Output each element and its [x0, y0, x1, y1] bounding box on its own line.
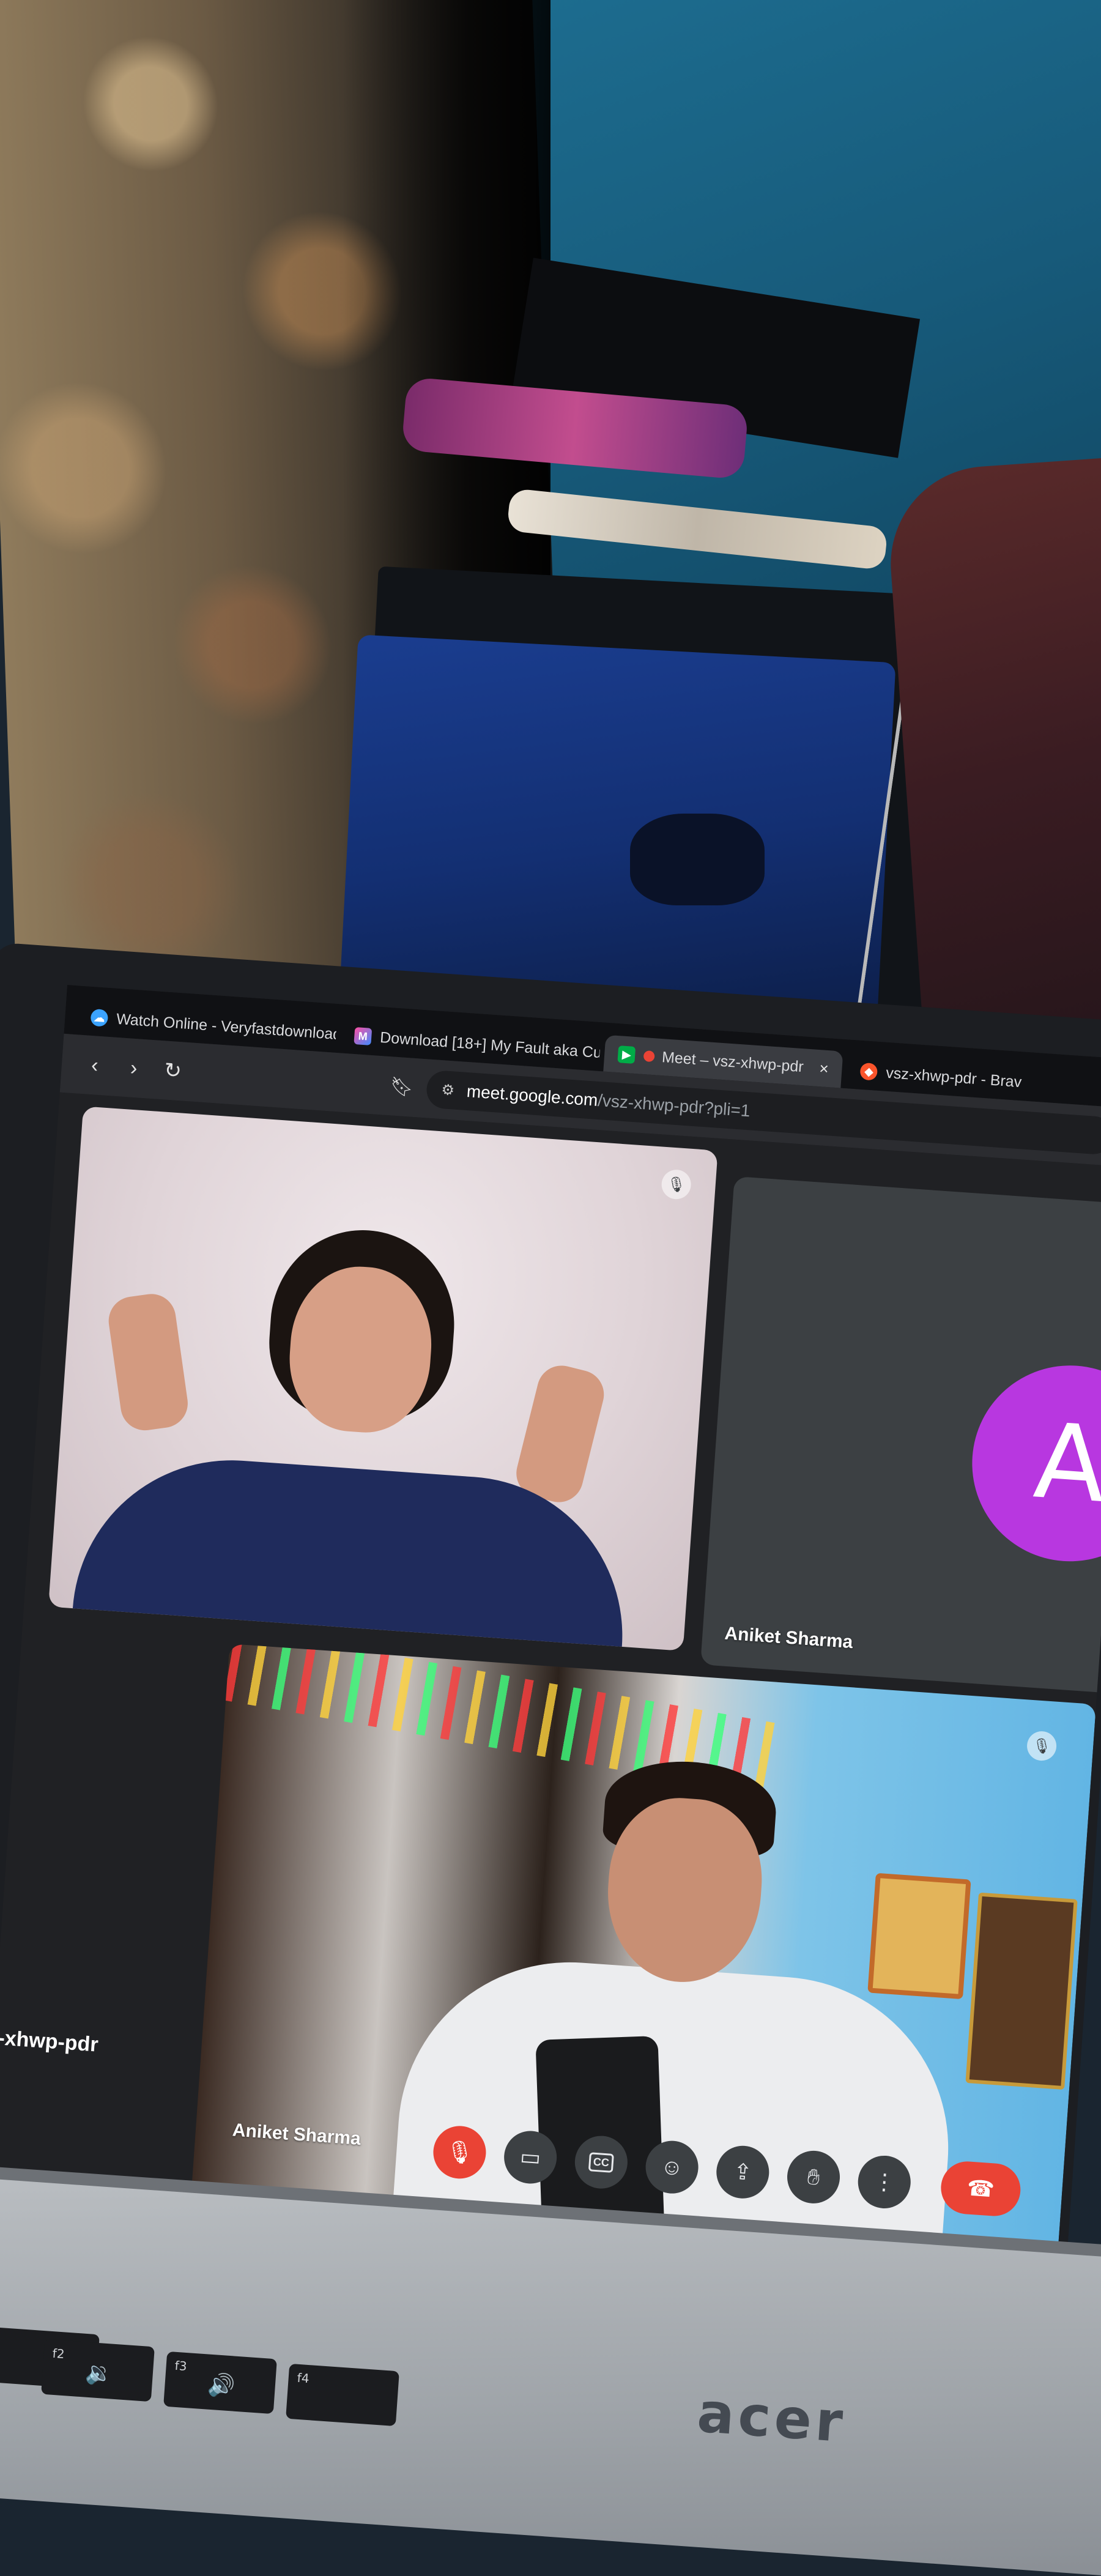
reload-icon: ↻	[163, 1058, 183, 1083]
peace-sign-hand-left	[105, 1291, 191, 1434]
key-label: f4	[296, 2370, 310, 2386]
close-tab-icon[interactable]: ×	[818, 1059, 829, 1078]
meet-stage: 🎙︎ A Aniket Sharma 🎙︎ Aniket Sharma z-xh…	[0, 1092, 1101, 2244]
hand-icon: ✋︎	[806, 2163, 821, 2190]
reactions-button[interactable]: ☺	[643, 2139, 700, 2196]
reload-button[interactable]: ↻	[155, 1052, 191, 1089]
mic-off-icon: 🎙︎	[445, 2138, 475, 2166]
bookmark-icon: 🔖︎	[389, 1075, 414, 1098]
microphone-muted-button[interactable]: 🎙︎	[431, 2124, 488, 2181]
mic-off-icon: 🎙︎	[661, 1168, 692, 1200]
cloud-icon: ☁	[90, 1008, 109, 1027]
present-screen-icon: ⇪	[732, 2158, 753, 2185]
tab-label: Watch Online - Veryfastdownload	[116, 1010, 338, 1043]
tab-label: Meet – vsz-xhwp-pdr	[661, 1048, 804, 1075]
function-key-f4[interactable]: f4	[286, 2363, 399, 2427]
peace-sign-hand-right	[511, 1360, 609, 1508]
chevron-left-icon: ‹	[90, 1053, 99, 1077]
phone-hangup-icon: ☎︎	[966, 2175, 996, 2202]
acer-logo: acer	[695, 2380, 848, 2455]
chevron-right-icon: ›	[129, 1056, 138, 1080]
url-path: /vsz-xhwp-pdr?pli=1	[597, 1090, 751, 1121]
url-host: meet.google.com	[465, 1082, 599, 1110]
site-settings-icon[interactable]: ⚙	[441, 1081, 455, 1099]
meeting-code: z-xhwp-pdr	[0, 2025, 99, 2057]
raise-hand-button[interactable]: ✋︎	[785, 2148, 842, 2205]
participant-name: Aniket Sharma	[724, 1623, 854, 1653]
m-logo-icon: M	[354, 1026, 373, 1045]
smiley-icon: ☺	[659, 2153, 684, 2180]
function-key-f2[interactable]: f2 🔉	[41, 2339, 155, 2402]
closed-captions-icon: CC	[588, 2151, 614, 2173]
brave-icon: ◆	[859, 1062, 878, 1081]
wall-picture-frame	[867, 1873, 971, 2000]
tab-label: vsz-xhwp-pdr - Brav	[885, 1064, 1023, 1091]
forward-button[interactable]: ›	[116, 1050, 152, 1086]
video-camera-icon: ▭	[519, 2144, 542, 2170]
participant-tile-1[interactable]: 🎙︎	[48, 1106, 718, 1651]
volume-down-icon: 🔉	[84, 2359, 114, 2387]
avatar: A	[965, 1359, 1101, 1568]
laptop-screen: ☁ Watch Online - Veryfastdownload M Down…	[0, 985, 1101, 2244]
participant-name: Aniket Sharma	[231, 2120, 361, 2150]
leave-call-button[interactable]: ☎︎	[939, 2159, 1023, 2218]
present-button[interactable]: ⇪	[714, 2144, 771, 2200]
laptop: ☁ Watch Online - Veryfastdownload M Down…	[0, 0, 1101, 2576]
more-vert-icon: ⋮	[872, 2168, 897, 2196]
wooden-shrine	[965, 1892, 1078, 2090]
recording-dot-icon	[643, 1050, 655, 1063]
volume-up-icon: 🔊	[207, 2372, 236, 2399]
captions-button[interactable]: CC	[573, 2134, 629, 2191]
camera-button[interactable]: ▭	[502, 2129, 559, 2186]
key-label: f2	[51, 2345, 65, 2362]
more-options-button[interactable]: ⋮	[856, 2154, 913, 2210]
function-key-f3[interactable]: f3 🔊	[163, 2351, 277, 2415]
bookmark-button[interactable]: 🔖︎	[389, 1069, 416, 1105]
key-label: f3	[174, 2358, 188, 2374]
google-meet-icon: ▶	[617, 1045, 636, 1064]
mic-off-icon: 🎙︎	[1026, 1730, 1058, 1762]
participant-tile-2[interactable]: A Aniket Sharma	[700, 1176, 1101, 1696]
back-button[interactable]: ‹	[76, 1047, 113, 1084]
